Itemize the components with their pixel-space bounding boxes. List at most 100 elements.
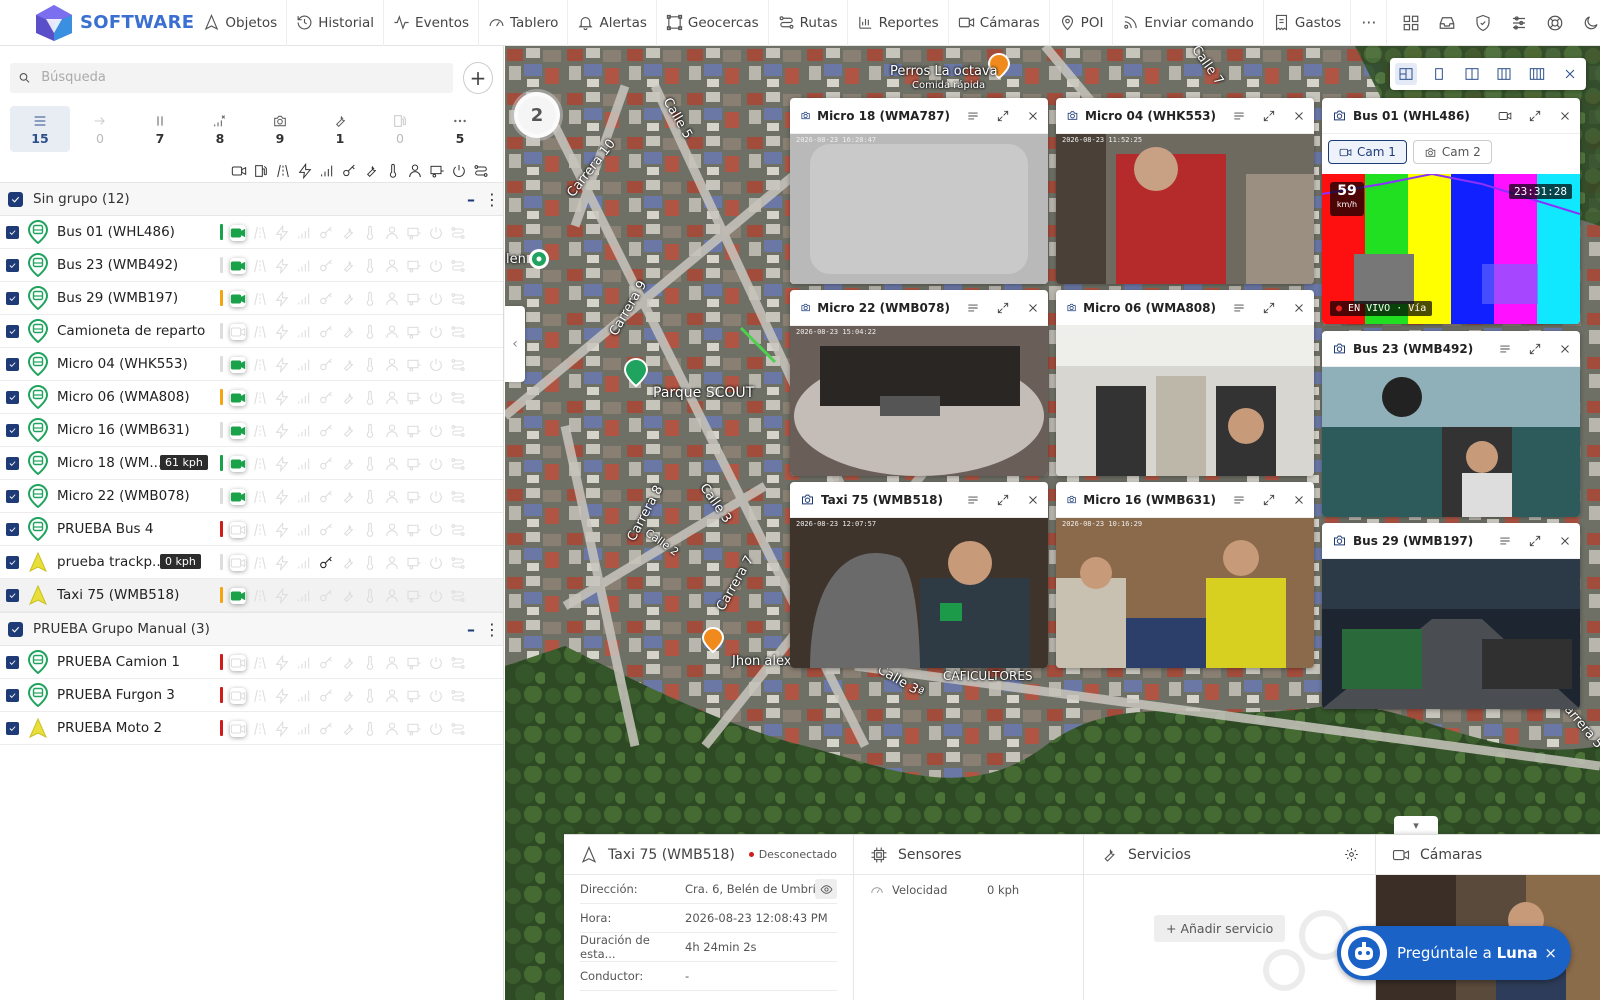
power-icon[interactable] bbox=[451, 163, 467, 179]
camera-tab-1[interactable]: Cam 1 bbox=[1328, 140, 1407, 164]
menu-icon[interactable] bbox=[1232, 301, 1246, 315]
key-icon[interactable] bbox=[341, 163, 357, 179]
group-header[interactable]: PRUEBA Grupo Manual (3) – ⋮ bbox=[0, 612, 503, 646]
nav-historial[interactable]: Historial bbox=[287, 0, 385, 46]
expand-icon[interactable] bbox=[1528, 534, 1542, 548]
expand-icon[interactable] bbox=[1262, 493, 1276, 507]
camera-tab-2[interactable]: Cam 2 bbox=[1412, 140, 1492, 164]
object-checkbox[interactable] bbox=[6, 555, 19, 569]
filter-service[interactable]: 1 bbox=[310, 106, 370, 152]
layout-single-button[interactable] bbox=[1428, 63, 1450, 85]
luna-close-button[interactable]: × bbox=[1544, 944, 1557, 962]
object-checkbox[interactable] bbox=[6, 225, 19, 239]
nav-geocercas[interactable]: Geocercas bbox=[657, 0, 769, 46]
bottom-panel-collapse[interactable]: ▾ bbox=[1394, 816, 1438, 834]
object-row[interactable]: Micro 04 (WHK553) bbox=[0, 348, 503, 381]
object-checkbox[interactable] bbox=[6, 324, 19, 338]
nav-camaras[interactable]: Cámaras bbox=[949, 0, 1050, 46]
camera-video-feed[interactable]: 2026-08-23 12:07:57 bbox=[790, 518, 1048, 668]
layout-two-button[interactable] bbox=[1461, 63, 1483, 85]
group-collapse-button[interactable]: – bbox=[461, 190, 481, 209]
expand-icon[interactable] bbox=[996, 109, 1010, 123]
trailer-icon[interactable] bbox=[429, 163, 445, 179]
layout-four-button[interactable] bbox=[1526, 63, 1548, 85]
close-icon[interactable] bbox=[1292, 109, 1306, 123]
object-row[interactable]: Micro 06 (WMA808) bbox=[0, 381, 503, 414]
close-icon[interactable] bbox=[1558, 109, 1572, 123]
nav-rutas[interactable]: Rutas bbox=[769, 0, 848, 46]
security-button[interactable] bbox=[1465, 0, 1501, 46]
close-icon[interactable] bbox=[1292, 301, 1306, 315]
thermometer-icon[interactable] bbox=[385, 163, 401, 179]
camera-video-feed[interactable]: 59 km/h 23:31:28 ● EN VIVO · Vía bbox=[1322, 174, 1580, 324]
filter-more[interactable]: 5 bbox=[430, 106, 490, 152]
brand-logo[interactable]: SOFTWARE bbox=[0, 3, 194, 43]
close-icon[interactable] bbox=[1026, 109, 1040, 123]
nav-gastos[interactable]: Gastos bbox=[1264, 0, 1352, 46]
menu-icon[interactable] bbox=[1232, 109, 1246, 123]
signal-bars-icon[interactable] bbox=[319, 163, 335, 179]
inbox-button[interactable] bbox=[1429, 0, 1465, 46]
object-checkbox[interactable] bbox=[6, 357, 19, 371]
camera-video-feed[interactable]: 2026-08-23 11:52:25 bbox=[1056, 134, 1314, 284]
object-row[interactable]: Micro 18 (WM... 61 kph bbox=[0, 447, 503, 480]
object-checkbox[interactable] bbox=[6, 489, 19, 503]
object-checkbox[interactable] bbox=[6, 291, 19, 305]
dark-mode-button[interactable] bbox=[1573, 0, 1600, 46]
object-row[interactable]: PRUEBA Bus 4 bbox=[0, 513, 503, 546]
object-row[interactable]: PRUEBA Moto 2 bbox=[0, 712, 503, 745]
object-checkbox[interactable] bbox=[6, 721, 19, 735]
nav-reportes[interactable]: Reportes bbox=[848, 0, 949, 46]
menu-icon[interactable] bbox=[966, 301, 980, 315]
apps-button[interactable] bbox=[1393, 0, 1429, 46]
object-row[interactable]: Micro 16 (WMB631) bbox=[0, 414, 503, 447]
sidebar-collapse-handle[interactable]: ‹ bbox=[505, 306, 525, 382]
wrench-icon[interactable] bbox=[363, 163, 379, 179]
object-checkbox[interactable] bbox=[6, 423, 19, 437]
layout-three-button[interactable] bbox=[1493, 63, 1515, 85]
filter-moving[interactable]: 0 bbox=[70, 106, 130, 152]
nav-more-button[interactable]: ··· bbox=[1351, 0, 1388, 46]
object-row[interactable]: PRUEBA Furgon 3 bbox=[0, 679, 503, 712]
filter-offline[interactable]: 8 bbox=[190, 106, 250, 152]
object-checkbox[interactable] bbox=[6, 588, 19, 602]
nav-alertas[interactable]: Alertas bbox=[568, 0, 657, 46]
object-row[interactable]: Taxi 75 (WMB518) bbox=[0, 579, 503, 612]
video-icon[interactable] bbox=[231, 163, 247, 179]
nav-enviar-comando[interactable]: Enviar comando bbox=[1113, 0, 1264, 46]
driver-icon[interactable] bbox=[407, 163, 423, 179]
group-menu-button[interactable]: ⋮ bbox=[481, 190, 503, 209]
object-checkbox[interactable] bbox=[6, 522, 19, 536]
camera-video-feed[interactable] bbox=[1322, 367, 1580, 517]
close-icon[interactable] bbox=[1026, 301, 1040, 315]
gear-icon[interactable] bbox=[1344, 847, 1359, 862]
layout-grid-button[interactable] bbox=[1395, 63, 1418, 85]
support-button[interactable] bbox=[1537, 0, 1573, 46]
road-icon[interactable] bbox=[275, 163, 291, 179]
object-row[interactable]: Bus 23 (WMB492) bbox=[0, 249, 503, 282]
object-row[interactable]: Bus 29 (WMB197) bbox=[0, 282, 503, 315]
object-checkbox[interactable] bbox=[6, 655, 19, 669]
nav-eventos[interactable]: Eventos bbox=[384, 0, 480, 46]
camera-video-feed[interactable]: 2026-08-23 16:28:47 bbox=[790, 134, 1048, 284]
object-row[interactable]: Micro 22 (WMB078) bbox=[0, 480, 503, 513]
object-checkbox[interactable] bbox=[6, 688, 19, 702]
menu-icon[interactable] bbox=[1498, 534, 1512, 548]
filter-camera[interactable]: 9 bbox=[250, 106, 310, 152]
fuel-icon[interactable] bbox=[253, 163, 269, 179]
menu-icon[interactable] bbox=[1498, 342, 1512, 356]
camera-video-feed[interactable] bbox=[1322, 559, 1580, 709]
object-row[interactable]: Bus 01 (WHL486) bbox=[0, 216, 503, 249]
camera-video-feed[interactable]: 2026-08-23 10:16:29 bbox=[1056, 518, 1314, 668]
filter-fuel[interactable]: 0 bbox=[370, 106, 430, 152]
group-menu-button[interactable]: ⋮ bbox=[481, 620, 503, 639]
menu-icon[interactable] bbox=[966, 493, 980, 507]
close-cameras-button[interactable] bbox=[1559, 63, 1581, 85]
group-header[interactable]: Sin grupo (12) – ⋮ bbox=[0, 182, 503, 216]
menu-icon[interactable] bbox=[1232, 493, 1246, 507]
route-icon[interactable] bbox=[473, 163, 489, 179]
object-row[interactable]: PRUEBA Camion 1 bbox=[0, 646, 503, 679]
luna-assistant-button[interactable]: Pregúntale a Luna × bbox=[1337, 926, 1571, 980]
expand-icon[interactable] bbox=[1528, 342, 1542, 356]
expand-icon[interactable] bbox=[1262, 301, 1276, 315]
